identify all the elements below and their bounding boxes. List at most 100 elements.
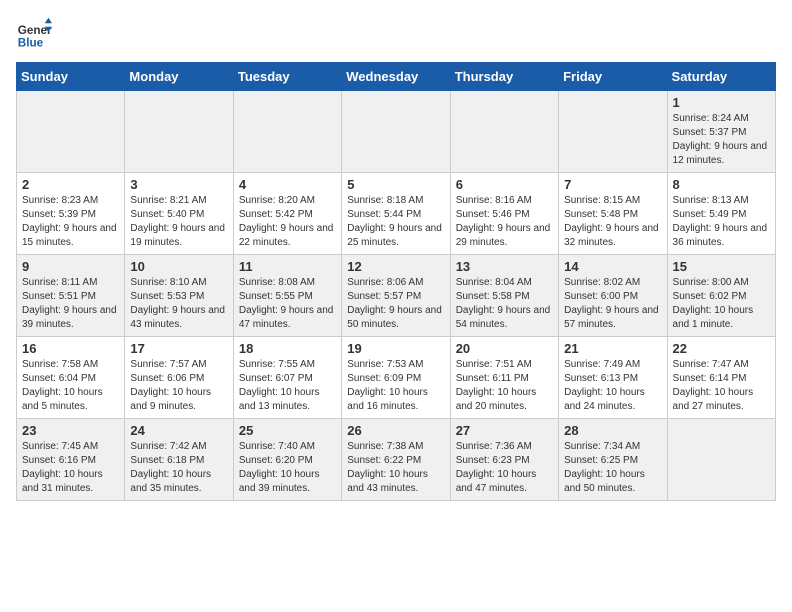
calendar-cell: 20Sunrise: 7:51 AM Sunset: 6:11 PM Dayli… — [450, 337, 558, 419]
day-info: Sunrise: 8:13 AM Sunset: 5:49 PM Dayligh… — [673, 194, 770, 250]
calendar-cell: 18 Sunrise: 7:55 AM Sunset: 6:07 PM Dayli… — [233, 337, 341, 419]
calendar-cell — [233, 91, 341, 173]
calendar-cell: 24 Sunrise: 7:42 AM Sunset: 6:18 PM Dayli… — [125, 419, 233, 501]
svg-text:General: General — [18, 24, 52, 37]
day-number: 16 — [22, 341, 119, 356]
day-number: 6 — [456, 177, 553, 192]
calendar-cell — [17, 91, 125, 173]
day-info: Sunrise: 8:24 AM Sunset: 5:37 PM Dayligh… — [673, 112, 770, 168]
day-number: 14 — [564, 259, 661, 274]
calendar-cell: 13 Sunrise: 8:04 AM Sunset: 5:58 PM Dayli… — [450, 255, 558, 337]
calendar-cell: 10 Sunrise: 8:10 AM Sunset: 5:53 PM Dayli… — [125, 255, 233, 337]
day-number: 2 — [22, 177, 119, 192]
day-number: 7 — [564, 177, 661, 192]
day-info: Sunrise: 7:38 AM Sunset: 6:22 PM Dayligh… — [347, 440, 444, 496]
col-header-saturday: Saturday — [667, 63, 775, 91]
day-number: 4 — [239, 177, 336, 192]
day-info: Sunrise: 8:04 AM Sunset: 5:58 PM Dayligh… — [456, 276, 553, 332]
calendar-cell: 19 Sunrise: 7:53 AM Sunset: 6:09 PM Dayli… — [342, 337, 450, 419]
day-number: 25 — [239, 423, 336, 438]
day-info: Sunrise: 8:06 AM Sunset: 5:57 PM Dayligh… — [347, 276, 444, 332]
calendar-cell: 8 Sunrise: 8:13 AM Sunset: 5:49 PM Daylig… — [667, 173, 775, 255]
day-number: 21 — [564, 341, 661, 356]
calendar-cell: 1 Sunrise: 8:24 AM Sunset: 5:37 PM Daylig… — [667, 91, 775, 173]
calendar-cell: 15Sunrise: 8:00 AM Sunset: 6:02 PM Dayli… — [667, 255, 775, 337]
calendar-cell — [559, 91, 667, 173]
col-header-friday: Friday — [559, 63, 667, 91]
calendar-table: SundayMondayTuesdayWednesdayThursdayFrid… — [16, 62, 776, 501]
calendar-week-row: 9Sunrise: 8:11 AM Sunset: 5:51 PM Daylig… — [17, 255, 776, 337]
day-number: 12 — [347, 259, 444, 274]
calendar-cell: 12 Sunrise: 8:06 AM Sunset: 5:57 PM Dayli… — [342, 255, 450, 337]
calendar-cell: 5 Sunrise: 8:18 AM Sunset: 5:44 PM Daylig… — [342, 173, 450, 255]
calendar-cell: 23 Sunrise: 7:45 AM Sunset: 6:16 PM Dayli… — [17, 419, 125, 501]
day-info: Sunrise: 8:02 AM Sunset: 6:00 PM Dayligh… — [564, 276, 661, 332]
day-info: Sunrise: 8:23 AM Sunset: 5:39 PM Dayligh… — [22, 194, 119, 250]
col-header-monday: Monday — [125, 63, 233, 91]
day-number: 22 — [673, 341, 770, 356]
calendar-cell: 17 Sunrise: 7:57 AM Sunset: 6:06 PM Dayli… — [125, 337, 233, 419]
day-info: Sunrise: 8:00 AM Sunset: 6:02 PM Dayligh… — [673, 276, 770, 332]
day-info: Sunrise: 8:10 AM Sunset: 5:53 PM Dayligh… — [130, 276, 227, 332]
calendar-header-row: SundayMondayTuesdayWednesdayThursdayFrid… — [17, 63, 776, 91]
day-info: Sunrise: 8:15 AM Sunset: 5:48 PM Dayligh… — [564, 194, 661, 250]
day-number: 5 — [347, 177, 444, 192]
calendar-cell — [667, 419, 775, 501]
day-info: Sunrise: 7:47 AM Sunset: 6:14 PM Dayligh… — [673, 358, 770, 414]
calendar-cell: 28 Sunrise: 7:34 AM Sunset: 6:25 PM Dayli… — [559, 419, 667, 501]
day-number: 24 — [130, 423, 227, 438]
day-info: Sunrise: 7:42 AM Sunset: 6:18 PM Dayligh… — [130, 440, 227, 496]
calendar-cell: 22 Sunrise: 7:47 AM Sunset: 6:14 PM Dayli… — [667, 337, 775, 419]
col-header-tuesday: Tuesday — [233, 63, 341, 91]
calendar-cell: 26 Sunrise: 7:38 AM Sunset: 6:22 PM Dayli… — [342, 419, 450, 501]
calendar-cell: 27Sunrise: 7:36 AM Sunset: 6:23 PM Dayli… — [450, 419, 558, 501]
calendar-cell — [125, 91, 233, 173]
day-info: Sunrise: 7:49 AM Sunset: 6:13 PM Dayligh… — [564, 358, 661, 414]
day-info: Sunrise: 8:18 AM Sunset: 5:44 PM Dayligh… — [347, 194, 444, 250]
day-info: Sunrise: 8:21 AM Sunset: 5:40 PM Dayligh… — [130, 194, 227, 250]
day-number: 23 — [22, 423, 119, 438]
day-info: Sunrise: 7:58 AM Sunset: 6:04 PM Dayligh… — [22, 358, 119, 414]
day-number: 13 — [456, 259, 553, 274]
calendar-cell: 25 Sunrise: 7:40 AM Sunset: 6:20 PM Dayli… — [233, 419, 341, 501]
day-info: Sunrise: 7:57 AM Sunset: 6:06 PM Dayligh… — [130, 358, 227, 414]
day-number: 10 — [130, 259, 227, 274]
calendar-week-row: 16 Sunrise: 7:58 AM Sunset: 6:04 PM Dayli… — [17, 337, 776, 419]
day-info: Sunrise: 8:16 AM Sunset: 5:46 PM Dayligh… — [456, 194, 553, 250]
col-header-wednesday: Wednesday — [342, 63, 450, 91]
calendar-cell: 2 Sunrise: 8:23 AM Sunset: 5:39 PM Daylig… — [17, 173, 125, 255]
day-info: Sunrise: 8:08 AM Sunset: 5:55 PM Dayligh… — [239, 276, 336, 332]
svg-text:Blue: Blue — [18, 37, 44, 50]
day-number: 17 — [130, 341, 227, 356]
calendar-cell: 6 Sunrise: 8:16 AM Sunset: 5:46 PM Daylig… — [450, 173, 558, 255]
day-info: Sunrise: 7:40 AM Sunset: 6:20 PM Dayligh… — [239, 440, 336, 496]
calendar-cell: 21 Sunrise: 7:49 AM Sunset: 6:13 PM Dayli… — [559, 337, 667, 419]
day-info: Sunrise: 8:11 AM Sunset: 5:51 PM Dayligh… — [22, 276, 119, 332]
day-info: Sunrise: 7:34 AM Sunset: 6:25 PM Dayligh… — [564, 440, 661, 496]
col-header-sunday: Sunday — [17, 63, 125, 91]
calendar-week-row: 2 Sunrise: 8:23 AM Sunset: 5:39 PM Daylig… — [17, 173, 776, 255]
day-info: Sunrise: 7:51 AM Sunset: 6:11 PM Dayligh… — [456, 358, 553, 414]
day-info: Sunrise: 7:55 AM Sunset: 6:07 PM Dayligh… — [239, 358, 336, 414]
logo: General Blue — [16, 16, 56, 52]
day-number: 1 — [673, 95, 770, 110]
calendar-cell: 4Sunrise: 8:20 AM Sunset: 5:42 PM Daylig… — [233, 173, 341, 255]
calendar-cell — [450, 91, 558, 173]
day-number: 8 — [673, 177, 770, 192]
day-number: 3 — [130, 177, 227, 192]
day-info: Sunrise: 7:53 AM Sunset: 6:09 PM Dayligh… — [347, 358, 444, 414]
day-number: 11 — [239, 259, 336, 274]
day-number: 26 — [347, 423, 444, 438]
calendar-cell: 9Sunrise: 8:11 AM Sunset: 5:51 PM Daylig… — [17, 255, 125, 337]
calendar-cell: 14 Sunrise: 8:02 AM Sunset: 6:00 PM Dayli… — [559, 255, 667, 337]
page-header: General Blue — [16, 16, 776, 52]
day-number: 27 — [456, 423, 553, 438]
day-number: 19 — [347, 341, 444, 356]
col-header-thursday: Thursday — [450, 63, 558, 91]
day-info: Sunrise: 7:45 AM Sunset: 6:16 PM Dayligh… — [22, 440, 119, 496]
day-number: 28 — [564, 423, 661, 438]
calendar-cell: 16 Sunrise: 7:58 AM Sunset: 6:04 PM Dayli… — [17, 337, 125, 419]
day-number: 18 — [239, 341, 336, 356]
calendar-week-row: 23 Sunrise: 7:45 AM Sunset: 6:16 PM Dayli… — [17, 419, 776, 501]
calendar-cell: 11 Sunrise: 8:08 AM Sunset: 5:55 PM Dayli… — [233, 255, 341, 337]
